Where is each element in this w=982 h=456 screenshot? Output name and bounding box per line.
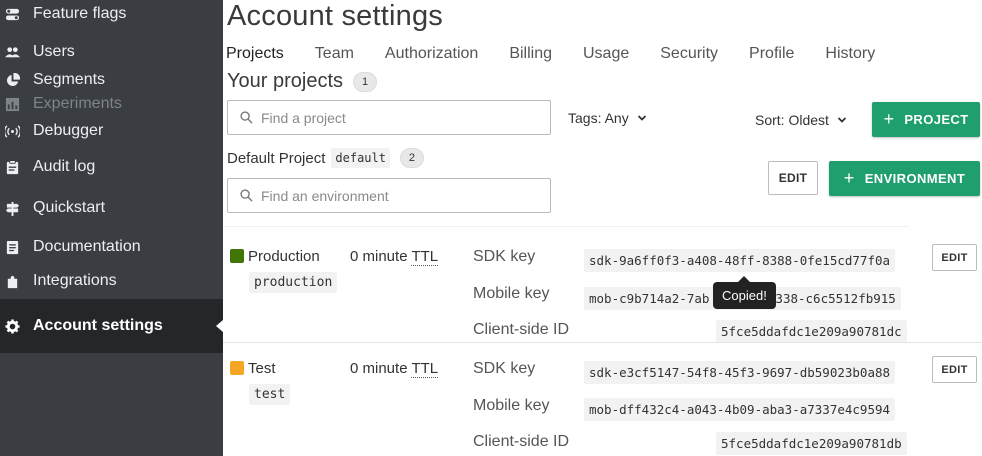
edit-environment-button[interactable]: EDIT xyxy=(932,356,977,383)
sidebar-item-users[interactable]: Users xyxy=(0,37,223,67)
bar-chart-icon xyxy=(3,95,21,113)
project-name: Default Project xyxy=(227,149,326,167)
mobile-key-end: 338-c6c5512fb915 xyxy=(775,291,896,306)
add-environment-button[interactable]: + ENVIRONMENT xyxy=(829,161,980,196)
env-name-test: Test xyxy=(248,360,276,377)
book-icon xyxy=(3,238,21,256)
ttl-value: 0 minute xyxy=(350,360,408,377)
sidebar-item-label: Audit log xyxy=(33,158,96,175)
add-project-button[interactable]: + PROJECT xyxy=(872,102,980,137)
sidebar-item-quickstart[interactable]: Quickstart xyxy=(0,193,223,223)
ttl-abbr: TTL xyxy=(411,248,439,266)
client-id-label: Client-side ID xyxy=(473,321,570,338)
env-divider xyxy=(223,342,982,343)
project-search-input[interactable] xyxy=(261,109,509,126)
project-search[interactable] xyxy=(227,100,551,135)
search-icon xyxy=(240,111,253,124)
plus-icon: + xyxy=(883,109,895,129)
settings-tabs: Projects Team Authorization Billing Usag… xyxy=(226,45,906,63)
client-id-label: Client-side ID xyxy=(473,433,570,450)
env-count-badge: 2 xyxy=(399,148,424,168)
ttl-abbr: TTL xyxy=(411,360,439,378)
broadcast-icon xyxy=(3,122,21,140)
divider xyxy=(223,226,909,227)
clipboard-icon xyxy=(3,158,21,176)
client-id-value[interactable]: 5fce5ddafdc1e209a90781dc xyxy=(716,320,907,343)
env-key-production: production xyxy=(249,272,338,293)
env-color-swatch xyxy=(230,361,244,375)
tab-history[interactable]: History xyxy=(825,45,875,63)
sidebar-item-integrations[interactable]: Integrations xyxy=(0,266,223,296)
gear-icon xyxy=(3,317,21,335)
sidebar: Feature flags Users Segments Experiments… xyxy=(0,0,223,456)
tab-usage[interactable]: Usage xyxy=(583,45,629,63)
env-ttl: 0 minute TTL xyxy=(350,248,439,266)
sidebar-item-label: Documentation xyxy=(33,238,141,255)
sidebar-item-experiments[interactable]: Experiments xyxy=(0,91,223,117)
tab-security[interactable]: Security xyxy=(660,45,718,63)
environment-search-input[interactable] xyxy=(261,187,509,204)
sidebar-item-label: Experiments xyxy=(33,95,122,112)
puzzle-icon xyxy=(3,272,21,290)
project-row: Default Project default 2 xyxy=(227,148,424,168)
sidebar-item-feature-flags[interactable]: Feature flags xyxy=(0,0,223,28)
chevron-down-icon xyxy=(637,115,646,121)
pie-chart-icon xyxy=(3,71,21,89)
env-ttl: 0 minute TTL xyxy=(350,360,439,378)
ttl-value: 0 minute xyxy=(350,248,408,265)
mobile-key-label: Mobile key xyxy=(473,285,550,302)
edit-project-button[interactable]: EDIT xyxy=(768,161,818,195)
client-id-value[interactable]: 5fce5ddafdc1e209a90781db xyxy=(716,432,907,455)
chevron-down-icon xyxy=(837,117,847,123)
sidebar-item-debugger[interactable]: Debugger xyxy=(0,116,223,146)
mobile-key-label: Mobile key xyxy=(473,397,550,414)
add-project-label: PROJECT xyxy=(904,112,969,127)
plus-icon: + xyxy=(843,168,855,188)
active-caret-icon xyxy=(216,320,223,332)
edit-environment-button[interactable]: EDIT xyxy=(932,244,977,271)
environment-search[interactable] xyxy=(227,178,551,213)
tab-profile[interactable]: Profile xyxy=(749,45,794,63)
projects-heading-label: Your projects xyxy=(227,70,343,92)
mobile-key-value[interactable]: mob-dff432c4-a043-4b09-aba3-a7337e4c9594 xyxy=(584,398,896,421)
sidebar-item-label: Debugger xyxy=(33,122,104,139)
projects-heading: Your projects 1 xyxy=(227,70,377,93)
sdk-key-label: SDK key xyxy=(473,248,536,265)
tags-dropdown[interactable]: Tags: Any xyxy=(568,110,647,126)
sidebar-item-label: Account settings xyxy=(33,317,163,334)
sort-dropdown-label: Sort: Oldest xyxy=(755,112,829,128)
sort-dropdown[interactable]: Sort: Oldest xyxy=(755,112,847,128)
tags-dropdown-label: Tags: Any xyxy=(568,110,629,126)
sdk-key-value[interactable]: sdk-e3cf5147-54f8-45f3-9697-db59023b0a88 xyxy=(584,361,896,384)
env-name-production: Production xyxy=(248,248,320,265)
sidebar-item-account-settings[interactable]: Account settings xyxy=(0,299,223,353)
sidebar-item-label: Integrations xyxy=(33,272,117,289)
tab-authorization[interactable]: Authorization xyxy=(385,45,478,63)
sdk-key-value[interactable]: sdk-9a6ff0f3-a408-48ff-8388-0fe15cd77f0a xyxy=(584,249,896,272)
sdk-key-label: SDK key xyxy=(473,360,536,377)
search-icon xyxy=(240,189,253,202)
toggle-icon xyxy=(3,5,21,23)
sidebar-item-documentation[interactable]: Documentation xyxy=(0,232,223,262)
sidebar-item-label: Segments xyxy=(33,71,106,88)
tab-billing[interactable]: Billing xyxy=(509,45,552,63)
signpost-icon xyxy=(3,199,21,217)
project-key: default xyxy=(331,148,390,168)
users-icon xyxy=(3,43,21,61)
add-environment-label: ENVIRONMENT xyxy=(864,171,966,186)
project-count-badge: 1 xyxy=(353,71,377,92)
sidebar-item-audit-log[interactable]: Audit log xyxy=(0,152,223,182)
tab-team[interactable]: Team xyxy=(315,45,354,63)
copied-tooltip: Copied! xyxy=(713,276,776,309)
sidebar-item-label: Users xyxy=(33,43,75,60)
mobile-key-start: mob-c9b714a2-7ab xyxy=(589,291,710,306)
tab-projects[interactable]: Projects xyxy=(226,45,284,63)
env-color-swatch xyxy=(230,249,244,263)
sidebar-item-label: Feature flags xyxy=(33,5,127,22)
main-content: Account settings Projects Team Authoriza… xyxy=(223,0,982,456)
env-key-test: test xyxy=(249,384,291,405)
sidebar-item-label: Quickstart xyxy=(33,199,106,216)
page-title: Account settings xyxy=(227,0,443,32)
